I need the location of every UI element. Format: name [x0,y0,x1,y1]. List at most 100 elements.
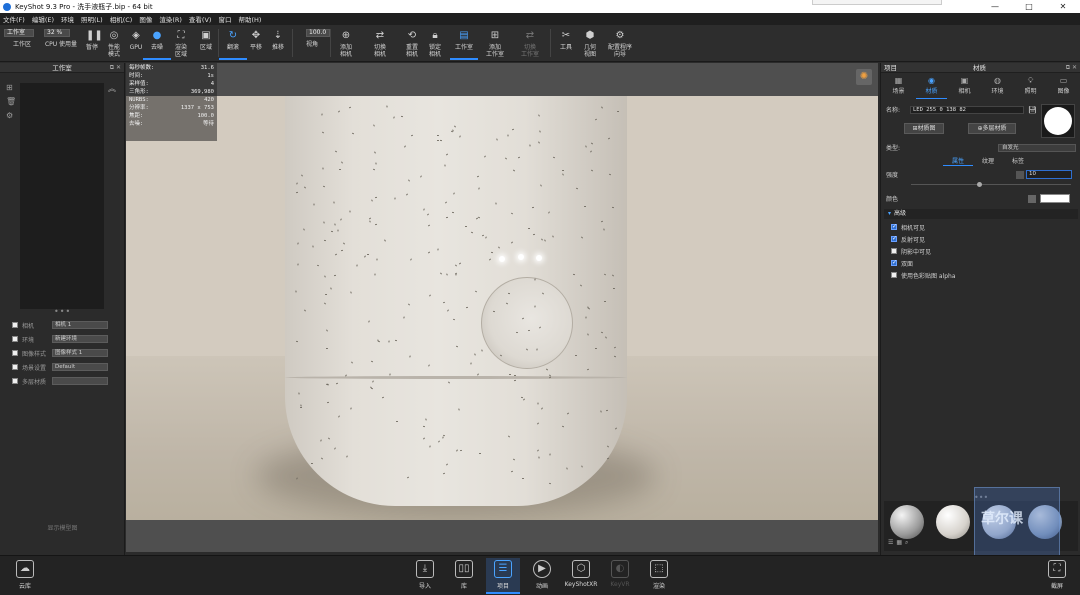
visible-in-shadows-checkbox[interactable] [891,248,897,254]
multilayer-select[interactable] [52,377,108,385]
add-studio-button[interactable]: ⊞ 添加 工作室 [480,28,510,60]
popout-icon[interactable]: ⧉ [1066,64,1070,71]
studio-list[interactable] [20,83,104,309]
render-button[interactable]: ⬚ 渲染 [642,558,676,594]
bottle-speck [409,355,411,358]
collapse-up-icon[interactable]: ︽ [108,83,116,94]
render-region-button[interactable]: ⛶ 渲染 区域 [167,28,195,60]
scene-setting-select[interactable]: Default [52,363,108,371]
render-viewport[interactable]: 每秒帧数: 31.6 时间: 1s 采样值: 4 三角形: 369,980 NURBS:… [126,63,878,552]
color-texture-icon[interactable] [1028,194,1036,203]
subtab-properties[interactable]: 属性 [943,156,973,166]
bottle-speck [335,382,339,385]
viewport-hdri-icon[interactable]: ✺ [856,69,872,85]
keyvr-button[interactable]: ◐ KeyVR [603,558,637,594]
delete-icon[interactable]: 🗑︎ [6,97,16,106]
menu-render[interactable]: 渲染(R) [159,14,182,24]
lock-camera-button[interactable]: 🔒︎ 锁定 相机 [421,28,449,60]
tab-scene[interactable]: ▦ 场景 [883,75,914,99]
project-button[interactable]: ☰ 项目 [486,558,520,594]
menu-environment[interactable]: 环境 [61,14,74,24]
strength-input[interactable]: 10 [1026,170,1072,179]
configurator-wizard-button[interactable]: ⚙ 配置程序 向导 [604,28,636,60]
strength-slider-handle[interactable] [977,182,982,187]
color-swatch[interactable] [1040,194,1070,203]
fov-button[interactable]: 视角 [298,39,326,59]
workspace-select[interactable]: 工作室 [4,29,34,37]
strength-slider[interactable] [911,182,1071,187]
material-thumbnail[interactable] [890,505,924,539]
geometry-view-button[interactable]: ⬢ 几何 视图 [576,28,604,60]
region-button[interactable]: ▣ 区域 [192,28,220,60]
bottle-speck [312,245,314,248]
tab-lighting[interactable]: 💡︎ 照明 [1015,75,1046,99]
menu-image[interactable]: 图像 [139,14,152,24]
resize-handle[interactable]: ••• [54,307,71,316]
visible-in-shadows-option[interactable]: 阴影中可见 [891,246,931,256]
tab-image[interactable]: ▭ 图像 [1048,75,1079,99]
visible-in-reflections-option[interactable]: 反射可见 [891,234,925,244]
scene-setting-checkbox[interactable] [12,364,18,370]
multilayer-material-button[interactable]: ⊕多层材质 [968,123,1016,134]
menu-help[interactable]: 帮助(H) [238,14,261,24]
panel-close-icon[interactable]: ✕ [116,64,121,71]
menu-camera[interactable]: 相机(C) [110,14,133,24]
settings-icon[interactable]: ⚙ [6,111,16,120]
camera-select[interactable]: 相机 1 [52,321,108,329]
menu-window[interactable]: 窗口 [218,14,231,24]
material-type-select[interactable]: 自发光 [998,143,1076,152]
two-sided-option[interactable]: 双面 [891,258,913,268]
image-style-select[interactable]: 图像样式 1 [52,349,108,357]
material-thumbnail[interactable] [936,505,970,539]
library-button[interactable]: ▯▯ 库 [447,558,481,594]
tab-camera[interactable]: ▣ 相机 [949,75,980,99]
maximize-button[interactable]: □ [1012,0,1046,13]
use-color-map-alpha-option[interactable]: 使用色彩贴图 alpha [891,270,956,280]
studio-button[interactable]: ▤ 工作室 [450,28,478,60]
visible-to-camera-option[interactable]: 相机可见 [891,222,925,232]
material-graph-button[interactable]: ⊞材质图 [904,123,944,134]
animation-button[interactable]: ▶ 动画 [525,558,559,594]
cloud-library-button[interactable]: ☁ 云库 [8,558,42,594]
close-button[interactable]: ✕ [1046,0,1080,13]
multilayer-checkbox[interactable] [12,378,18,384]
menu-view[interactable]: 查看(V) [189,14,212,24]
save-material-icon[interactable]: 💾︎ [1028,106,1037,114]
menu-file[interactable]: 文件(F) [3,14,25,24]
add-studio-icon[interactable]: ⊞ [6,83,16,92]
camera-checkbox[interactable] [12,322,18,328]
texture-link-icon[interactable] [1016,170,1024,179]
visible-in-reflections-checkbox[interactable] [891,235,897,242]
cpu-usage-button[interactable]: CPU 使用量 [42,39,80,59]
fov-field[interactable]: 100.0 [306,29,330,37]
add-camera-button[interactable]: ⊕ 添加 相机 [332,28,360,60]
menu-edit[interactable]: 编辑(E) [32,14,54,24]
image-style-checkbox[interactable] [12,350,18,356]
menu-lighting[interactable]: 照明(L) [81,14,103,24]
switch-studio-button[interactable]: ⇄ 切换 工作室 [515,28,545,60]
minimize-button[interactable]: — [978,0,1012,13]
two-sided-checkbox[interactable] [891,259,897,266]
material-name-input[interactable]: LED 255 0 138 82 [910,105,1024,114]
tab-material[interactable]: ◉ 材质 [916,75,947,99]
subtab-labels[interactable]: 标签 [1003,156,1033,166]
workspace-button[interactable]: 工作区 [8,39,36,59]
environment-checkbox[interactable] [12,336,18,342]
screenshot-button[interactable]: ⛶ 截屏 [1040,558,1074,594]
switch-camera-button[interactable]: ⇄ 切换 相机 [366,28,394,60]
material-preview[interactable] [1041,104,1075,138]
keyshotxr-button[interactable]: ⬡ KeyShotXR [564,558,598,594]
library-view-tools[interactable]: ☰▦⌕ [888,539,911,547]
import-button[interactable]: ⤓ 导入 [408,558,442,594]
title-search-box[interactable] [812,0,942,5]
popout-icon[interactable]: ⧉ [110,64,114,71]
panel-close-icon[interactable]: ✕ [1072,64,1077,71]
dolly-button[interactable]: ⇣ 推移 [264,28,292,60]
visible-to-camera-checkbox[interactable] [891,223,897,230]
advanced-section-header[interactable]: ▾ 高级 [884,209,1078,219]
subtab-textures[interactable]: 纹理 [973,156,1003,166]
cpu-usage-field[interactable]: 32 % [44,29,70,37]
use-color-map-alpha-checkbox[interactable] [891,272,897,278]
environment-select[interactable]: 新建环境 [52,335,108,343]
tab-environment[interactable]: ◍ 环境 [982,75,1013,99]
